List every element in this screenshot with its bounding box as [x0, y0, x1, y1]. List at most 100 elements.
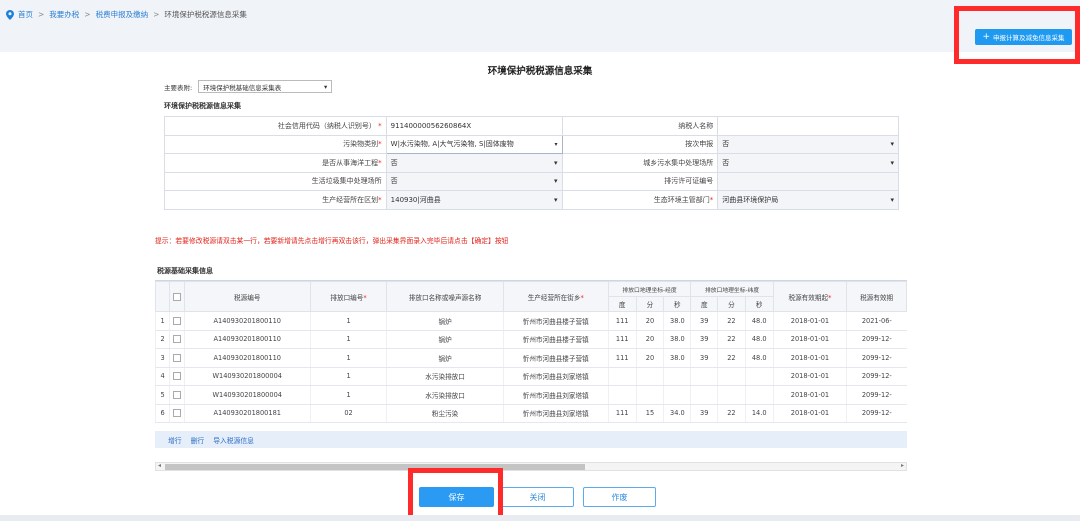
- scroll-left-icon[interactable]: ◂: [158, 462, 161, 469]
- row-checkbox-cell[interactable]: [169, 367, 185, 386]
- row-checkbox-cell[interactable]: [169, 311, 185, 331]
- dropdown-arrow-icon: ▾: [890, 158, 894, 167]
- cell-lat-deg: [690, 367, 718, 386]
- taxpayer-name-label: 纳税人名称: [561, 116, 719, 136]
- cell-lat-min: 22: [717, 311, 746, 331]
- table-row[interactable]: 4 W140930201800004 1 水污染排放口 忻州市河曲县刘家塔镇 2018-0…: [155, 367, 907, 386]
- select-all-checkbox[interactable]: [173, 292, 182, 301]
- header-location: 生产经营所在街乡*: [502, 281, 609, 312]
- header-outlet-name: 排放口名称或噪声源名称: [386, 281, 504, 312]
- district-select[interactable]: 140930|河曲县 ▾: [385, 190, 563, 210]
- cell-outlet-no: 1: [309, 385, 387, 405]
- cell-lat-min: 22: [717, 348, 746, 368]
- dropdown-arrow-icon: ▾: [553, 158, 558, 167]
- cell-lon-sec: 34.0: [663, 404, 691, 423]
- row-checkbox[interactable]: [173, 335, 182, 344]
- cell-lon-sec: 38.0: [663, 348, 691, 368]
- cell-source-no: A140930201800181: [183, 404, 311, 423]
- cell-outlet-no: 02: [309, 404, 387, 423]
- hint-text: 提示：若要修改税源请双击某一行，若要新增请先点击增行再双击该行，弹出采集界面录入…: [155, 237, 509, 245]
- row-checkbox-cell[interactable]: [169, 404, 185, 423]
- import-source-link[interactable]: 导入税源信息: [213, 435, 254, 445]
- table-row[interactable]: 3 A140930201800110 1 锅炉 忻州市河曲县楼子营镇 111 20 38.0 3…: [155, 348, 907, 368]
- row-checkbox-cell[interactable]: [169, 385, 185, 405]
- cell-lat-sec: 48.0: [744, 311, 774, 331]
- cell-lon-deg: [607, 367, 637, 386]
- permit-field[interactable]: [717, 171, 899, 191]
- row-checkbox-cell[interactable]: [169, 330, 185, 349]
- cell-lat-min: [717, 367, 746, 386]
- table-row[interactable]: 6 A140930201800181 02 粉尘污染 忻州市河曲县刘家塔镇 111 15 34…: [155, 404, 907, 423]
- add-row-link[interactable]: 增行: [168, 435, 182, 445]
- per-time-select[interactable]: 否 ▾: [717, 134, 899, 154]
- taxpayer-info-table: 社会信用代码（纳税人识别号） * 91140000056260864X 纳税人名…: [164, 116, 899, 210]
- tax-source-table: 税源编号 排放口编号* 排放口名称或噪声源名称 生产经营所在街乡* 排放口地理坐…: [155, 281, 907, 423]
- close-button[interactable]: 关闭: [501, 487, 574, 507]
- env-dept-select[interactable]: 河曲县环境保护局 ▾: [717, 190, 899, 210]
- pollutant-value: W|水污染物, A|大气污染物, S|固体废物: [390, 140, 514, 149]
- header-select-all[interactable]: [169, 281, 185, 312]
- cell-lon-min: [635, 367, 664, 386]
- garbage-select[interactable]: 否 ▾: [385, 171, 563, 191]
- taxpayer-name-field[interactable]: [717, 116, 899, 136]
- cell-lon-sec: [663, 367, 691, 386]
- row-checkbox[interactable]: [173, 353, 182, 362]
- header-latitude-group: 排放口地理坐标-纬度: [690, 281, 774, 297]
- main-table-label: 主要表附:: [164, 83, 193, 92]
- cell-valid-from: 2018-01-01: [772, 404, 847, 423]
- section-title: 环境保护税税源信息采集: [164, 102, 241, 110]
- cell-outlet-name: 锅炉: [386, 311, 504, 331]
- table-row[interactable]: 2 A140930201800110 1 锅炉 忻州市河曲县楼子营镇 111 20 38.0 3…: [155, 330, 907, 349]
- credit-code-label: 社会信用代码（纳税人识别号） *: [164, 116, 387, 136]
- row-checkbox[interactable]: [173, 372, 182, 381]
- void-button[interactable]: 作废: [583, 487, 656, 507]
- cell-location: 忻州市河曲县刘家塔镇: [502, 367, 609, 386]
- row-checkbox[interactable]: [173, 316, 182, 325]
- grid-footer: 增行 删行 导入税源信息: [155, 431, 907, 448]
- cell-outlet-name: 水污染排放口: [386, 367, 504, 386]
- cell-source-no: W140930201800004: [183, 385, 311, 405]
- per-time-value: 否: [722, 140, 730, 149]
- delete-row-link[interactable]: 删行: [191, 435, 205, 445]
- row-number: 2: [155, 330, 170, 349]
- cell-outlet-no: 1: [309, 311, 387, 331]
- header-lon-min: 分: [635, 296, 665, 312]
- cell-source-no: W140930201800004: [183, 367, 311, 386]
- breadcrumb-tax-service[interactable]: 我要办税: [49, 9, 79, 20]
- cell-lat-deg: 39: [690, 404, 718, 423]
- cell-outlet-name: 水污染排放口: [386, 385, 504, 405]
- breadcrumb-home[interactable]: 首页: [18, 9, 33, 20]
- row-checkbox[interactable]: [173, 409, 182, 418]
- district-label: 生产经营所在区划*: [164, 190, 387, 210]
- top-bar: 首页 > 我要办税 > 税费申报及缴纳 > 环境保护税税源信息采集 + 申报计算…: [0, 0, 1080, 52]
- table-row[interactable]: 5 W140930201800004 1 水污染排放口 忻州市河曲县刘家塔镇 2018-0…: [155, 385, 907, 405]
- row-checkbox[interactable]: [173, 390, 182, 399]
- credit-code-field[interactable]: 91140000056260864X: [385, 116, 563, 136]
- scroll-right-icon[interactable]: ▸: [901, 462, 904, 469]
- header-rownum: [155, 281, 171, 312]
- marine-select[interactable]: 否 ▾: [385, 153, 563, 173]
- sewage-select[interactable]: 否 ▾: [717, 153, 899, 173]
- highlight-box-save: [408, 468, 503, 521]
- dropdown-arrow-icon: ▾: [553, 195, 558, 204]
- cell-lat-sec: 14.0: [744, 404, 774, 423]
- cell-valid-from: 2018-01-01: [772, 367, 847, 386]
- dropdown-arrow-icon: ▾: [323, 82, 328, 91]
- tax-source-grid: 税源编号 排放口编号* 排放口名称或噪声源名称 生产经营所在街乡* 排放口地理坐…: [155, 280, 907, 429]
- sewage-value: 否: [722, 158, 730, 167]
- header-valid-from: 税源有效期起*: [772, 281, 848, 312]
- breadcrumb-declaration[interactable]: 税费申报及缴纳: [96, 9, 149, 20]
- pollutant-select[interactable]: W|水污染物, A|大气污染物, S|固体废物 ▾: [385, 134, 563, 154]
- horizontal-scrollbar[interactable]: ◂ ▸: [155, 462, 907, 471]
- table-row[interactable]: 1 A140930201800110 1 锅炉 忻州市河曲县楼子营镇 111 20 38.0 3…: [155, 311, 907, 331]
- breadcrumb-separator: >: [84, 10, 91, 19]
- cell-lon-deg: 111: [607, 311, 637, 331]
- district-value: 140930|河曲县: [390, 195, 441, 204]
- row-checkbox-cell[interactable]: [169, 348, 185, 368]
- cell-lat-sec: [744, 367, 774, 386]
- main-table-select[interactable]: 环境保护税基础信息采集表 ▾: [198, 80, 333, 93]
- breadcrumb-current: 环境保护税税源信息采集: [164, 10, 247, 19]
- scrollbar-thumb[interactable]: [165, 464, 585, 470]
- cell-outlet-no: 1: [309, 367, 387, 386]
- cell-outlet-name: 锅炉: [386, 330, 504, 349]
